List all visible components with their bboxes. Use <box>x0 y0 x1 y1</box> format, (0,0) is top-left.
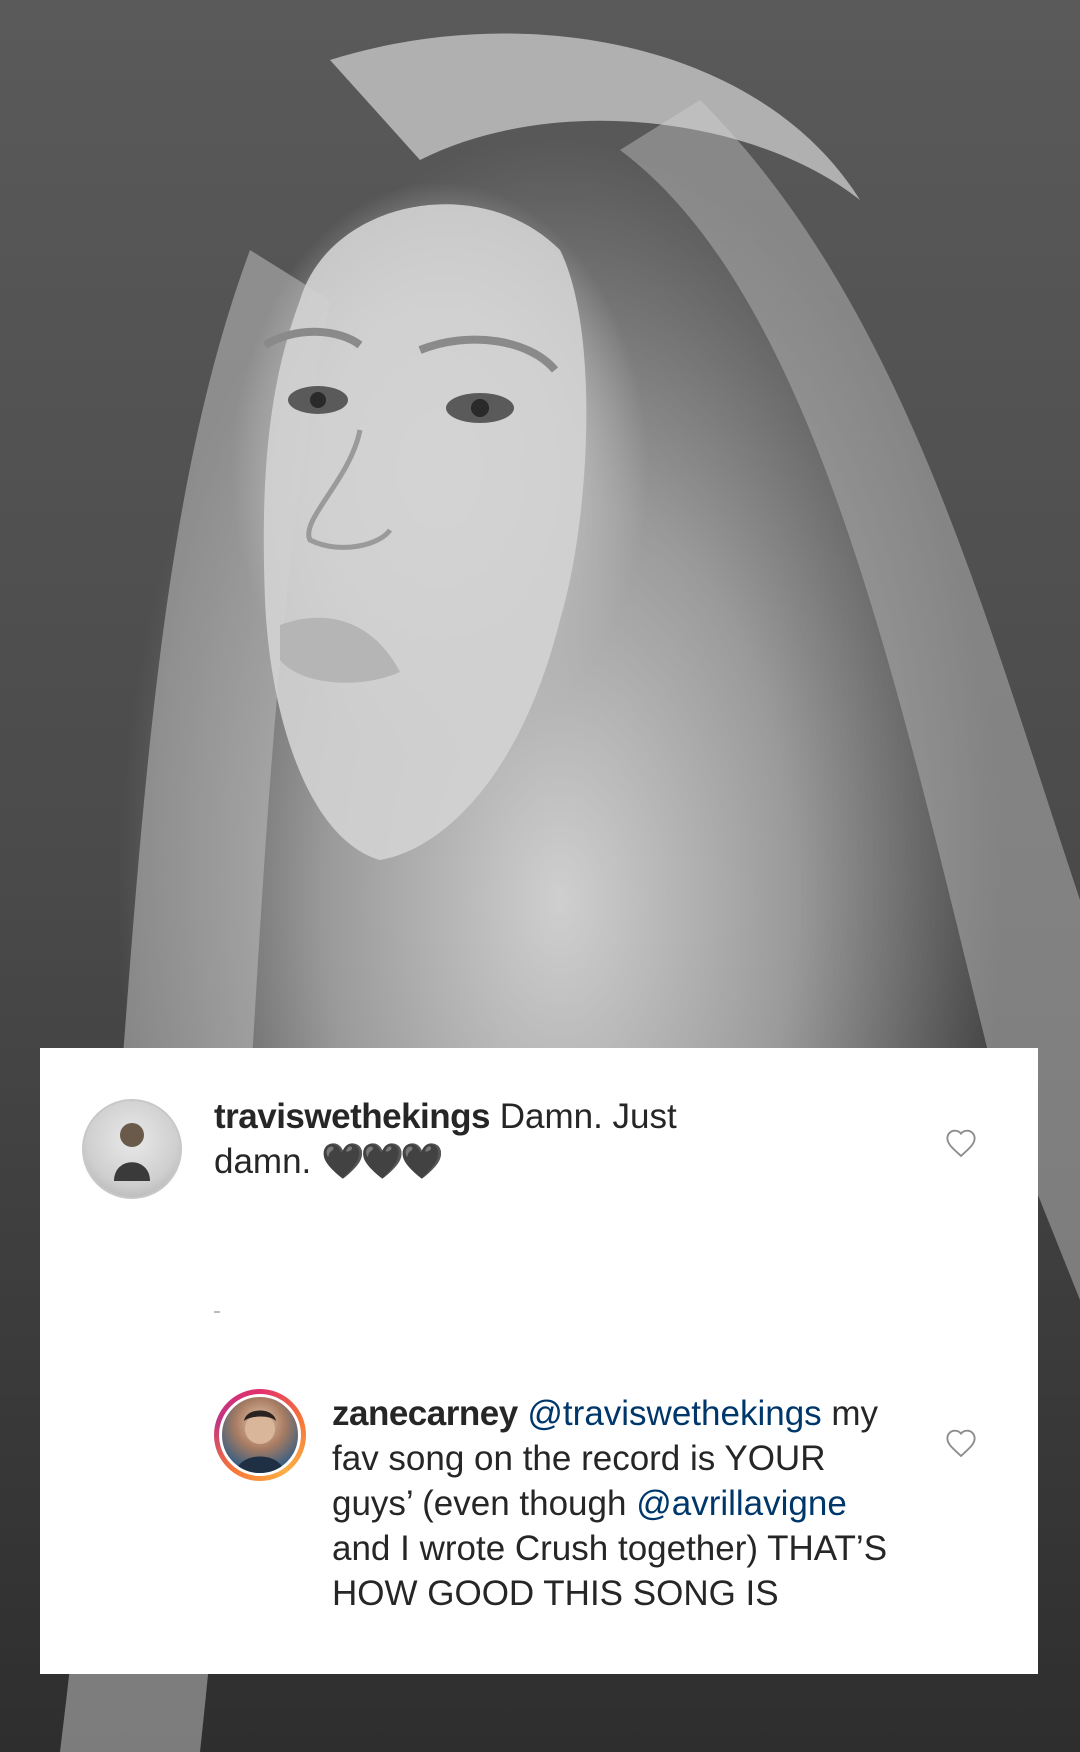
heart-outline-icon[interactable] <box>944 1128 978 1158</box>
divider-dot <box>214 1311 220 1313</box>
heart-outline-icon[interactable] <box>944 1428 978 1458</box>
comments-card: traviswethekings Damn. Just damn. 🖤🖤🖤 za… <box>40 1048 1038 1674</box>
mention-link-avrillavigne[interactable]: @avrillavigne <box>636 1484 847 1523</box>
avatar-zanecarney[interactable] <box>219 1394 301 1476</box>
comment-username-1[interactable]: traviswethekings <box>214 1097 491 1136</box>
black-hearts-emoji: 🖤🖤🖤 <box>321 1142 444 1181</box>
comment-username-2[interactable]: zanecarney <box>332 1394 518 1433</box>
person-silhouette-icon <box>114 1123 150 1181</box>
avatar-traviswethekings[interactable] <box>82 1099 182 1199</box>
comment-body-2: zanecarney @traviswethekings my fav song… <box>332 1391 912 1616</box>
story-ring[interactable] <box>214 1389 306 1481</box>
person-face-icon <box>236 1410 284 1473</box>
comment-text-2b: and I wrote Crush together) THAT’S HOW G… <box>332 1529 888 1613</box>
comment-body-1: traviswethekings Damn. Just damn. 🖤🖤🖤 <box>214 1094 774 1184</box>
mention-link-traviswethekings[interactable]: @traviswethekings <box>527 1394 821 1433</box>
